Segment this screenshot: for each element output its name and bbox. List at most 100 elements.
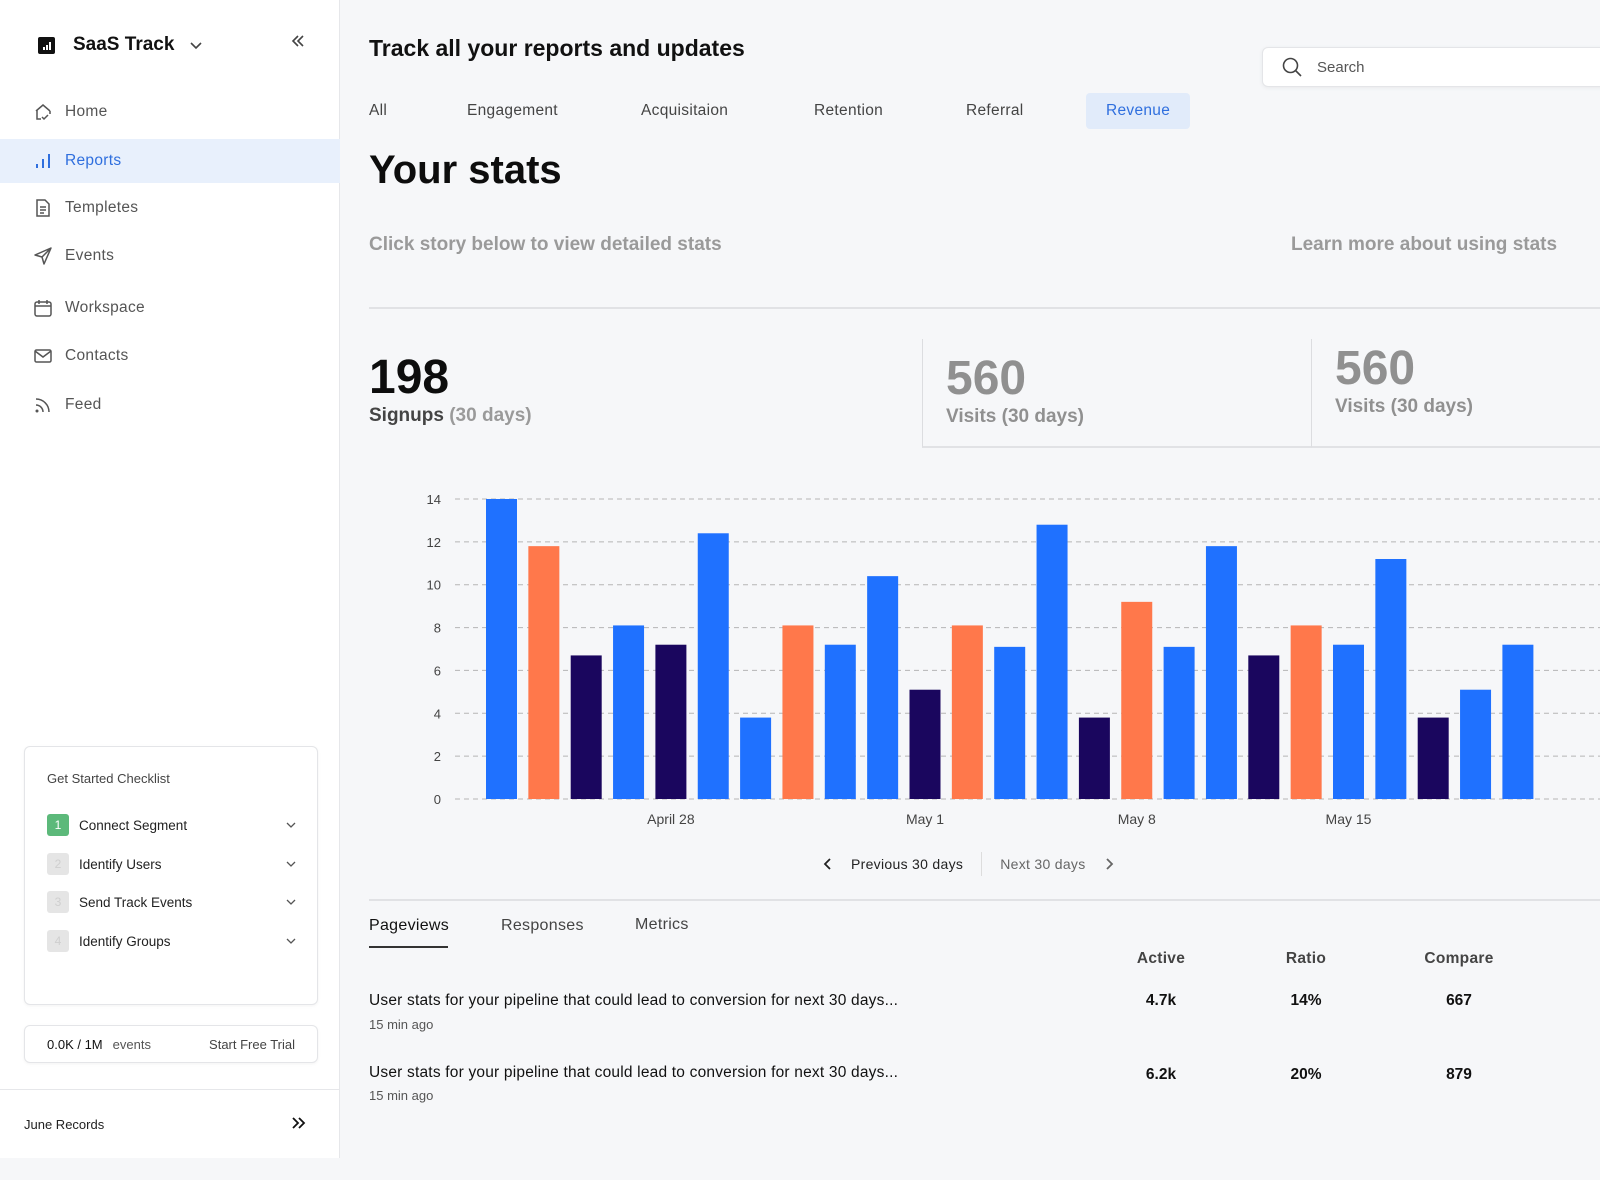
- y-tick-label: 14: [427, 492, 441, 507]
- chart-bar[interactable]: [1163, 646, 1195, 799]
- tab-referral[interactable]: Referral: [946, 93, 1044, 129]
- rss-icon: [32, 394, 54, 416]
- previous-30-days-button[interactable]: Previous 30 days: [821, 856, 963, 872]
- chart-bar[interactable]: [1078, 717, 1110, 799]
- tab-all[interactable]: All: [349, 93, 407, 129]
- chevron-down-icon: [286, 899, 296, 905]
- calendar-icon: [32, 297, 54, 319]
- sidebar-item-events[interactable]: Events: [0, 234, 340, 278]
- signups-bar-chart: 0 2 4 6 8 10 12 14 April 28 May 1 May 8 May 15: [401, 480, 1600, 840]
- chart-bar[interactable]: [528, 546, 560, 799]
- kpi-label-text: Signups: [369, 405, 444, 426]
- row-timestamp: 15 min ago: [369, 1017, 434, 1032]
- chevron-down-icon: [286, 938, 296, 944]
- checklist-item[interactable]: 3 Send Track Events: [47, 891, 297, 913]
- checklist-item-label: Identify Users: [79, 856, 162, 872]
- send-icon: [32, 245, 54, 267]
- chart-bar[interactable]: [570, 655, 602, 799]
- chevron-down-icon: [286, 861, 296, 867]
- chart-bar[interactable]: [994, 646, 1026, 799]
- chart-bar[interactable]: [909, 689, 941, 799]
- chart-bar[interactable]: [740, 717, 772, 799]
- main-content: Track all your reports and updates All E…: [341, 0, 1600, 1180]
- tab-engagement[interactable]: Engagement: [447, 93, 578, 129]
- tab-revenue[interactable]: Revenue: [1086, 93, 1191, 129]
- checklist-item-label: Send Track Events: [79, 894, 193, 910]
- cell-compare: 879: [1446, 1066, 1472, 1083]
- start-free-trial-button[interactable]: Start Free Trial: [209, 1037, 295, 1052]
- sidebar-item-templetes[interactable]: Templetes: [0, 186, 340, 230]
- row-title[interactable]: User stats for your pipeline that could …: [369, 992, 898, 1010]
- chart-bar[interactable]: [697, 533, 729, 799]
- chart-bar[interactable]: [655, 644, 687, 799]
- chevron-down-icon: [286, 822, 296, 828]
- tab-pageviews[interactable]: Pageviews: [369, 917, 449, 935]
- kpi-signups[interactable]: 198 Signups (30 days): [369, 350, 532, 427]
- row-title[interactable]: User stats for your pipeline that could …: [369, 1064, 898, 1082]
- column-header-active: Active: [1136, 950, 1186, 967]
- chart-bar[interactable]: [1502, 644, 1534, 799]
- next-30-days-button[interactable]: Next 30 days: [1000, 856, 1115, 872]
- sidebar-item-home[interactable]: Home: [0, 90, 340, 134]
- chart-bar[interactable]: [824, 644, 856, 799]
- kpi-label: Signups (30 days): [369, 405, 532, 427]
- chart-bar[interactable]: [1290, 625, 1322, 799]
- chart-bar[interactable]: [1460, 689, 1492, 799]
- tab-responses[interactable]: Responses: [501, 917, 584, 935]
- june-records-label: June Records: [24, 1116, 105, 1132]
- chart-bar[interactable]: [613, 625, 645, 799]
- kpi-visits[interactable]: 560 Visits (30 days): [1311, 339, 1600, 448]
- events-count: 0.0K / 1M: [47, 1036, 103, 1052]
- column-header-ratio: Ratio: [1285, 950, 1327, 967]
- learn-more-link[interactable]: Learn more about using stats: [1291, 234, 1557, 256]
- y-tick-label: 12: [427, 535, 441, 550]
- divider: [369, 307, 1600, 309]
- sidebar-item-label: Contacts: [65, 347, 129, 364]
- checklist-item[interactable]: 2 Identify Users: [47, 853, 297, 875]
- chart-bar[interactable]: [867, 576, 899, 799]
- sidebar-item-workspace[interactable]: Workspace: [0, 286, 340, 330]
- divider: [369, 899, 1600, 901]
- y-tick-label: 4: [434, 706, 441, 721]
- sidebar: SaaS Track Home Reports Templetes Events…: [0, 0, 340, 1158]
- chart-bar[interactable]: [1205, 546, 1237, 799]
- row-timestamp: 15 min ago: [369, 1088, 434, 1103]
- kpi-label: Visits (30 days): [1335, 396, 1474, 417]
- sidebar-item-reports[interactable]: Reports: [0, 139, 340, 183]
- next-label: Next 30 days: [1000, 856, 1086, 872]
- step-number-badge: 1: [47, 814, 69, 836]
- sidebar-item-label: Home: [65, 103, 108, 120]
- chart-bar[interactable]: [486, 499, 517, 799]
- tab-acquisitaion[interactable]: Acquisitaion: [621, 93, 748, 129]
- chart-bar[interactable]: [1248, 655, 1280, 799]
- chart-bar[interactable]: [1375, 559, 1407, 799]
- collapse-sidebar-icon[interactable]: [288, 32, 308, 52]
- y-tick-label: 8: [434, 621, 441, 636]
- kpi-visits[interactable]: 560 Visits (30 days): [922, 339, 1311, 448]
- chart-bar[interactable]: [1333, 644, 1364, 799]
- sidebar-item-contacts[interactable]: Contacts: [0, 334, 340, 378]
- tab-retention[interactable]: Retention: [794, 93, 903, 129]
- events-unit: events: [112, 1036, 151, 1052]
- chart-bar[interactable]: [1121, 601, 1153, 799]
- search-icon: [1282, 57, 1302, 77]
- kpi-value: 560: [946, 352, 1027, 405]
- chart-bar[interactable]: [782, 625, 814, 799]
- checklist-item[interactable]: 4 Identify Groups: [47, 930, 297, 952]
- search-box[interactable]: [1262, 47, 1600, 87]
- search-input[interactable]: [1317, 58, 1597, 76]
- chevrons-right-icon[interactable]: [290, 1114, 308, 1132]
- workspace-switcher[interactable]: SaaS Track: [38, 34, 204, 56]
- chart-bar[interactable]: [1417, 717, 1449, 799]
- column-header-compare: Compare: [1424, 950, 1494, 967]
- tab-metrics[interactable]: Metrics: [635, 916, 689, 934]
- chevron-right-icon: [1105, 858, 1113, 870]
- brand-name: SaaS Track: [73, 34, 175, 55]
- checklist-title: Get Started Checklist: [47, 771, 170, 786]
- checklist-item[interactable]: 1 Connect Segment: [47, 814, 297, 836]
- chevron-down-icon: [190, 42, 202, 50]
- sidebar-item-feed[interactable]: Feed: [0, 383, 340, 427]
- chart-bar[interactable]: [951, 625, 983, 799]
- chart-bar[interactable]: [1036, 524, 1068, 799]
- y-tick-label: 2: [434, 749, 441, 764]
